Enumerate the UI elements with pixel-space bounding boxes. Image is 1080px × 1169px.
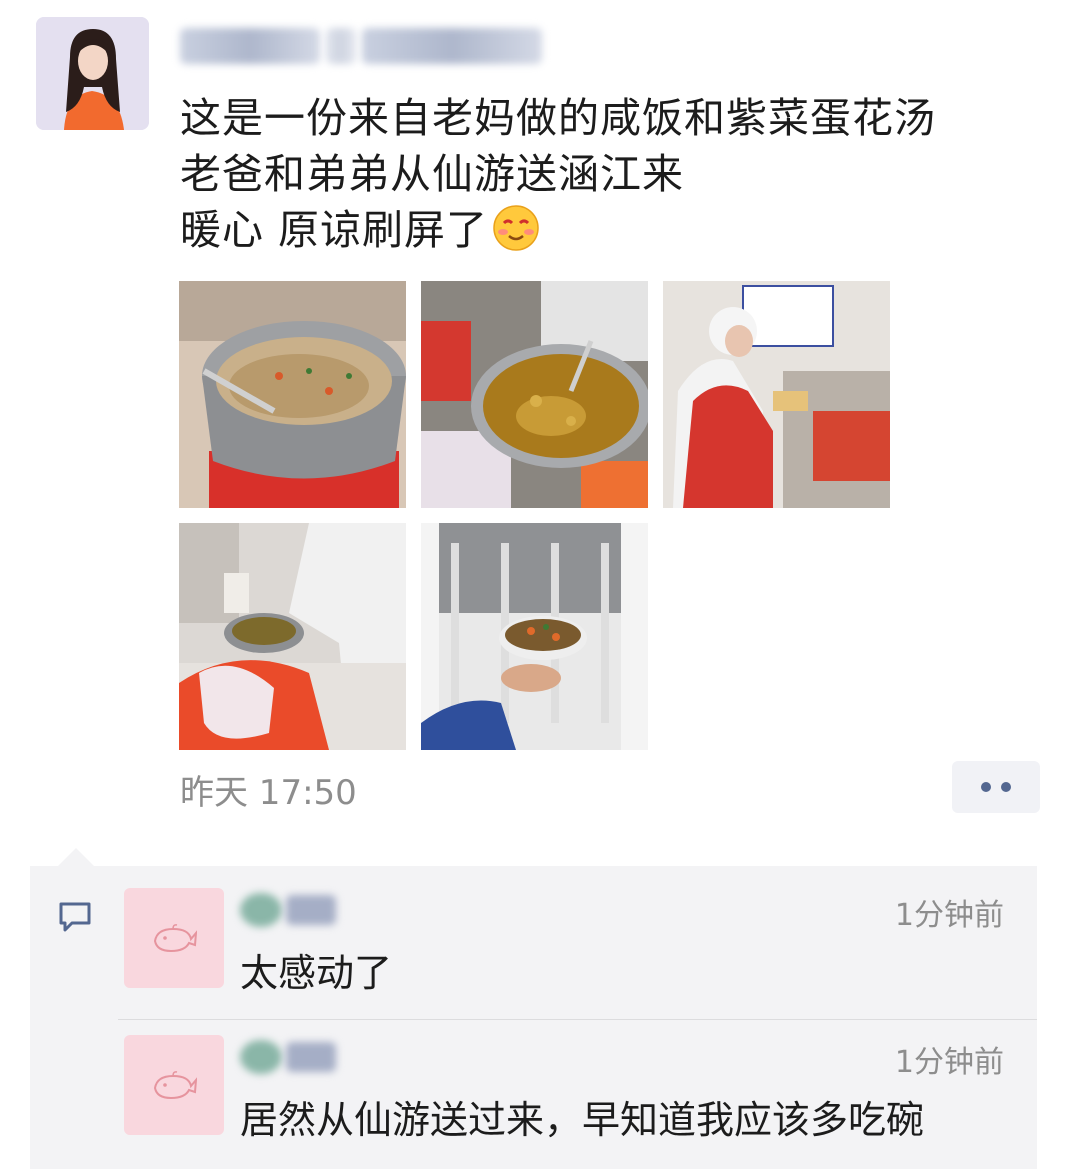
post-text: 这是一份来自老妈做的咸饭和紫菜蛋花汤 老爸和弟弟从仙游送涵江来 暖心 原谅刷屏了: [180, 90, 1060, 266]
post-line-1: 这是一份来自老妈做的咸饭和紫菜蛋花汤: [180, 94, 936, 142]
comment-text[interactable]: 太感动了: [240, 942, 392, 997]
author-nickname[interactable]: [180, 22, 542, 70]
more-dots-icon: [981, 782, 991, 792]
more-dots-icon: [1001, 782, 1011, 792]
more-actions-button[interactable]: [952, 761, 1040, 813]
commenter-name[interactable]: [240, 1037, 336, 1077]
commenter-avatar[interactable]: [124, 888, 224, 988]
commenter-avatar[interactable]: [124, 1035, 224, 1135]
photo-bowl-hand[interactable]: [421, 523, 648, 750]
whale-icon: [153, 924, 197, 953]
moments-post: 这是一份来自老妈做的咸饭和紫菜蛋花汤 老爸和弟弟从仙游送涵江来 暖心 原谅刷屏了: [0, 0, 1080, 1169]
post-line-3: 暖心 原谅刷屏了: [180, 202, 1060, 266]
comment-item: 1分钟前 太感动了: [124, 888, 1024, 998]
whale-icon: [153, 1071, 197, 1100]
comments-pointer: [58, 848, 94, 866]
comment-item: 1分钟前 居然从仙游送过来，早知道我应该多吃碗: [124, 1035, 1024, 1145]
commenter-name[interactable]: [240, 890, 336, 930]
comment-text[interactable]: 居然从仙游送过来，早知道我应该多吃碗: [240, 1089, 924, 1144]
photo-soup-pot[interactable]: [421, 281, 648, 508]
photo-serving[interactable]: [179, 523, 406, 750]
photo-rice-pot[interactable]: [179, 281, 406, 508]
smiling-face-icon: [492, 204, 540, 266]
photo-volunteer[interactable]: [663, 281, 890, 508]
post-line-2: 老爸和弟弟从仙游送涵江来: [180, 150, 684, 198]
comment-icon: [58, 901, 92, 937]
comment-divider: [118, 1019, 1037, 1020]
post-timestamp: 昨天 17:50: [180, 773, 357, 813]
comment-time: 1分钟前: [894, 898, 1004, 933]
author-avatar[interactable]: [36, 17, 149, 130]
comment-time: 1分钟前: [894, 1045, 1004, 1080]
